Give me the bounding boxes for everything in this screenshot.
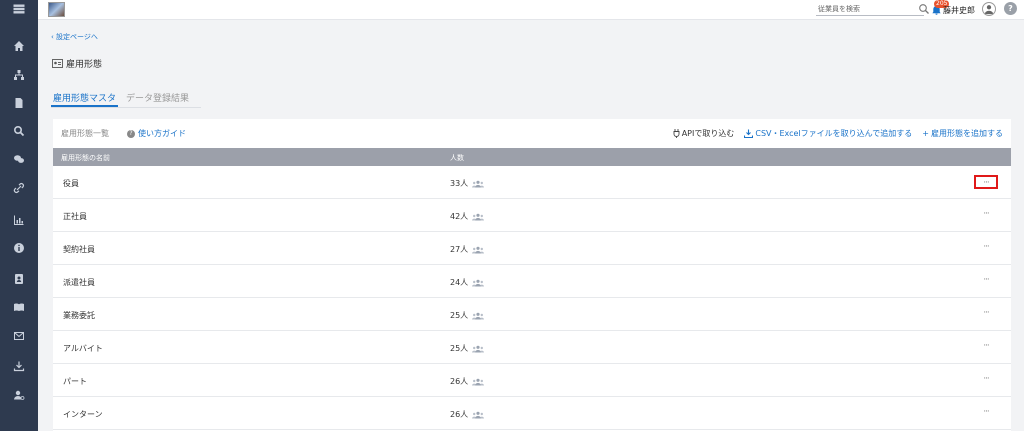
table-row[interactable]: パート 26人 ··· <box>53 364 1011 397</box>
row-more-menu-button[interactable]: ··· <box>974 340 998 354</box>
employee-count[interactable]: 24人 <box>450 277 485 288</box>
column-header-name: 雇用形態の名前 <box>61 154 110 162</box>
row-more-menu-button[interactable]: ··· <box>974 373 998 387</box>
employee-count-value: 42人 <box>450 212 469 221</box>
employee-count-value: 26人 <box>450 410 469 419</box>
employee-count-value: 25人 <box>450 311 469 320</box>
row-more-menu-button[interactable]: ··· <box>974 274 998 288</box>
usage-guide-label: 使い方ガイド <box>138 129 186 138</box>
company-logo[interactable] <box>48 2 65 17</box>
table-row[interactable]: 役員 33人 ··· <box>53 166 1011 199</box>
table-row[interactable]: アルバイト 25人 ··· <box>53 331 1011 364</box>
employee-count-value: 27人 <box>450 245 469 254</box>
search-input[interactable]: 従業員を検索 <box>816 4 924 16</box>
user-settings-icon[interactable] <box>0 386 38 404</box>
csv-import-label: CSV・Excelファイルを取り込んで追加する <box>755 129 913 138</box>
people-icon <box>472 378 485 385</box>
people-icon <box>472 279 485 286</box>
employee-count[interactable]: 25人 <box>450 310 485 321</box>
chart-icon[interactable] <box>0 211 38 229</box>
people-icon <box>472 345 485 352</box>
tab-divider <box>51 107 201 108</box>
employee-count[interactable]: 33人 <box>450 178 485 189</box>
menu-icon[interactable] <box>0 0 38 18</box>
employment-type-name: 役員 <box>63 179 79 188</box>
employee-count-value: 24人 <box>450 278 469 287</box>
api-import-button[interactable]: APIで取り込む <box>673 128 735 139</box>
org-chart-icon[interactable] <box>0 66 38 84</box>
api-import-label: APIで取り込む <box>681 129 735 138</box>
sidebar <box>0 0 38 431</box>
employment-type-name: アルバイト <box>63 344 103 353</box>
usage-guide-link[interactable]: ? 使い方ガイド <box>127 128 186 139</box>
back-to-settings-link[interactable]: ‹ 設定ページへ <box>51 32 98 42</box>
employee-count-value: 33人 <box>450 179 469 188</box>
card-actions: APIで取り込む CSV・Excelファイルを取り込んで追加する + 雇用形態を… <box>673 128 1003 139</box>
people-icon <box>472 246 485 253</box>
page-title-text: 雇用形態 <box>66 60 103 70</box>
book-icon[interactable] <box>0 298 38 316</box>
table-row[interactable]: 契約社員 27人 ··· <box>53 232 1011 265</box>
table-row[interactable]: 業務委託 25人 ··· <box>53 298 1011 331</box>
add-employment-type-button[interactable]: + 雇用形態を追加する <box>922 128 1003 139</box>
employment-type-name: 正社員 <box>63 212 87 221</box>
add-employment-type-label: 雇用形態を追加する <box>931 129 1003 138</box>
page-title: 雇用形態 <box>52 57 102 70</box>
link-icon[interactable] <box>0 179 38 197</box>
csv-import-button[interactable]: CSV・Excelファイルを取り込んで追加する <box>744 128 912 139</box>
row-more-menu-button[interactable]: ··· <box>974 406 998 420</box>
chat-icon[interactable] <box>0 150 38 168</box>
people-icon <box>472 213 485 220</box>
employee-count[interactable]: 42人 <box>450 211 485 222</box>
people-icon <box>472 312 485 319</box>
row-more-menu-button[interactable]: ··· <box>974 241 998 255</box>
mail-icon[interactable] <box>0 327 38 345</box>
plug-icon <box>673 129 680 138</box>
employee-count[interactable]: 26人 <box>450 376 485 387</box>
id-card-icon <box>52 59 63 68</box>
help-icon[interactable]: ? <box>1004 2 1017 15</box>
employee-count-value: 25人 <box>450 344 469 353</box>
table-row[interactable]: インターン 26人 ··· <box>53 397 1011 430</box>
table-row[interactable]: 正社員 42人 ··· <box>53 199 1011 232</box>
tab-bar: 雇用形態マスタ データ登録結果 <box>51 89 197 107</box>
search-icon[interactable] <box>0 122 38 140</box>
row-more-menu-button[interactable]: ··· <box>974 175 998 189</box>
employment-type-name: 契約社員 <box>63 245 95 254</box>
employee-count[interactable]: 25人 <box>450 343 485 354</box>
question-icon: ? <box>127 129 135 138</box>
employee-count[interactable]: 27人 <box>450 244 485 255</box>
employee-count-value: 26人 <box>450 377 469 386</box>
tab-employment-type-master[interactable]: 雇用形態マスタ <box>51 89 119 107</box>
home-icon[interactable] <box>0 37 38 55</box>
download-icon <box>744 129 754 138</box>
search-icon[interactable] <box>918 3 930 15</box>
employment-type-name: 派遣社員 <box>63 278 95 287</box>
list-title: 雇用形態一覧 <box>61 129 109 138</box>
card-header: 雇用形態一覧 ? 使い方ガイド APIで取り込む CSV・Excelファイルを取… <box>53 119 1011 147</box>
avatar[interactable] <box>982 2 996 16</box>
user-name[interactable]: 藤井史郎 <box>943 5 975 16</box>
info-icon[interactable] <box>0 239 38 257</box>
top-bar: 従業員を検索 205 藤井史郎 ? <box>38 0 1024 20</box>
table-header: 雇用形態の名前 人数 <box>53 148 1011 166</box>
plus-icon: + <box>922 129 929 138</box>
people-icon <box>472 411 485 418</box>
employment-type-name: パート <box>63 377 87 386</box>
row-more-menu-button[interactable]: ··· <box>974 208 998 222</box>
back-link-label: 設定ページへ <box>56 33 98 41</box>
contact-book-icon[interactable] <box>0 270 38 288</box>
row-more-menu-button[interactable]: ··· <box>974 307 998 321</box>
tab-data-registration-results[interactable]: データ登録結果 <box>124 89 191 107</box>
employment-type-card: 雇用形態一覧 ? 使い方ガイド APIで取り込む CSV・Excelファイルを取… <box>53 119 1011 431</box>
employment-type-name: インターン <box>63 410 103 419</box>
employee-count[interactable]: 26人 <box>450 409 485 420</box>
employment-type-name: 業務委託 <box>63 311 95 320</box>
table-row[interactable]: 派遣社員 24人 ··· <box>53 265 1011 298</box>
people-icon <box>472 180 485 187</box>
download-icon[interactable] <box>0 357 38 375</box>
column-header-count: 人数 <box>450 154 464 162</box>
document-icon[interactable] <box>0 94 38 112</box>
